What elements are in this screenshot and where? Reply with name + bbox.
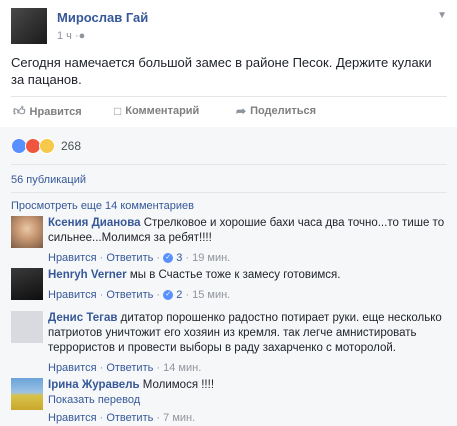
view-more-comments-link[interactable]: Просмотреть еще 14 комментариев [11, 200, 194, 212]
commenter-name[interactable]: Денис Тегав [48, 312, 117, 324]
commenter-name[interactable]: Henryh Verner [48, 269, 127, 281]
post-author[interactable]: Мирослав Гай [57, 10, 148, 25]
commenter-name[interactable]: Ксения Дианова [48, 217, 141, 229]
reactions-count: 268 [61, 139, 82, 153]
commenter-avatar[interactable] [11, 216, 43, 248]
share-button[interactable]: ➦ Поделиться [236, 104, 316, 118]
comment-button[interactable]: □ Комментарий [114, 104, 199, 118]
comment-actions: Нравится · Ответить · ✓ 3 · 19 мин. [48, 252, 231, 264]
shares-link[interactable]: 56 публикаций [11, 174, 86, 186]
comment-reply-link[interactable]: Ответить [106, 289, 153, 301]
comment-like-link[interactable]: Нравится [48, 362, 97, 374]
comment-time[interactable]: 7 мин. [163, 412, 195, 424]
thumbs-up-icon: 👍︎ [13, 104, 26, 118]
like-icon: ✓ [163, 253, 174, 264]
commenter-name[interactable]: Ірина Журавель [48, 379, 140, 391]
see-translation-link[interactable]: Показать перевод [48, 393, 448, 408]
comment-actions: Нравится · Ответить · 7 мин. [48, 412, 196, 424]
comment-time[interactable]: 19 мин. [192, 252, 230, 264]
comment-text: мы в Счастье тоже к замесу готовимся. [129, 269, 341, 281]
author-avatar[interactable] [11, 8, 47, 44]
comment-reply-link[interactable]: Ответить [106, 252, 153, 264]
comment-like-link[interactable]: Нравится [48, 252, 97, 264]
like-button[interactable]: 👍︎ Нравится [13, 104, 82, 119]
globe-icon: ·● [74, 30, 86, 42]
comment-time[interactable]: 14 мин. [163, 362, 201, 374]
comment-reply-link[interactable]: Ответить [106, 412, 153, 424]
comment-likes-count[interactable]: 2 [176, 289, 182, 301]
post-time[interactable]: 1 ч [57, 30, 72, 42]
comment-text: Молимося !!!! [142, 379, 215, 391]
like-icon: ✓ [163, 290, 174, 301]
comment-like-link[interactable]: Нравится [48, 412, 97, 424]
commenter-avatar[interactable] [11, 268, 43, 300]
commenter-avatar[interactable] [11, 378, 43, 410]
comment-like-link[interactable]: Нравится [48, 289, 97, 301]
reactions-summary[interactable]: 268 [11, 138, 81, 154]
share-icon: ➦ [236, 104, 247, 118]
comment-actions: Нравится · Ответить · ✓ 2 · 15 мин. [48, 289, 231, 301]
comment-actions: Нравится · Ответить · 14 мин. [48, 362, 202, 374]
post-header: Мирослав Гай 1 ч ·● ▼ [11, 8, 451, 44]
post-text: Сегодня намечается большой замес в район… [11, 55, 432, 87]
comment-time[interactable]: 15 мин. [192, 289, 230, 301]
commenter-avatar[interactable] [11, 311, 43, 343]
comment-icon: □ [114, 104, 122, 118]
divider [11, 164, 447, 165]
post-meta: 1 ч ·● [57, 30, 85, 42]
chevron-down-icon[interactable]: ▼ [437, 10, 447, 21]
divider [11, 192, 447, 193]
post-actions: 👍︎ Нравится □ Комментарий ➦ Поделиться [11, 104, 447, 122]
comment-likes-count[interactable]: 3 [176, 252, 182, 264]
divider [11, 96, 447, 97]
comment-reply-link[interactable]: Ответить [106, 362, 153, 374]
sad-reaction-icon [39, 138, 55, 154]
